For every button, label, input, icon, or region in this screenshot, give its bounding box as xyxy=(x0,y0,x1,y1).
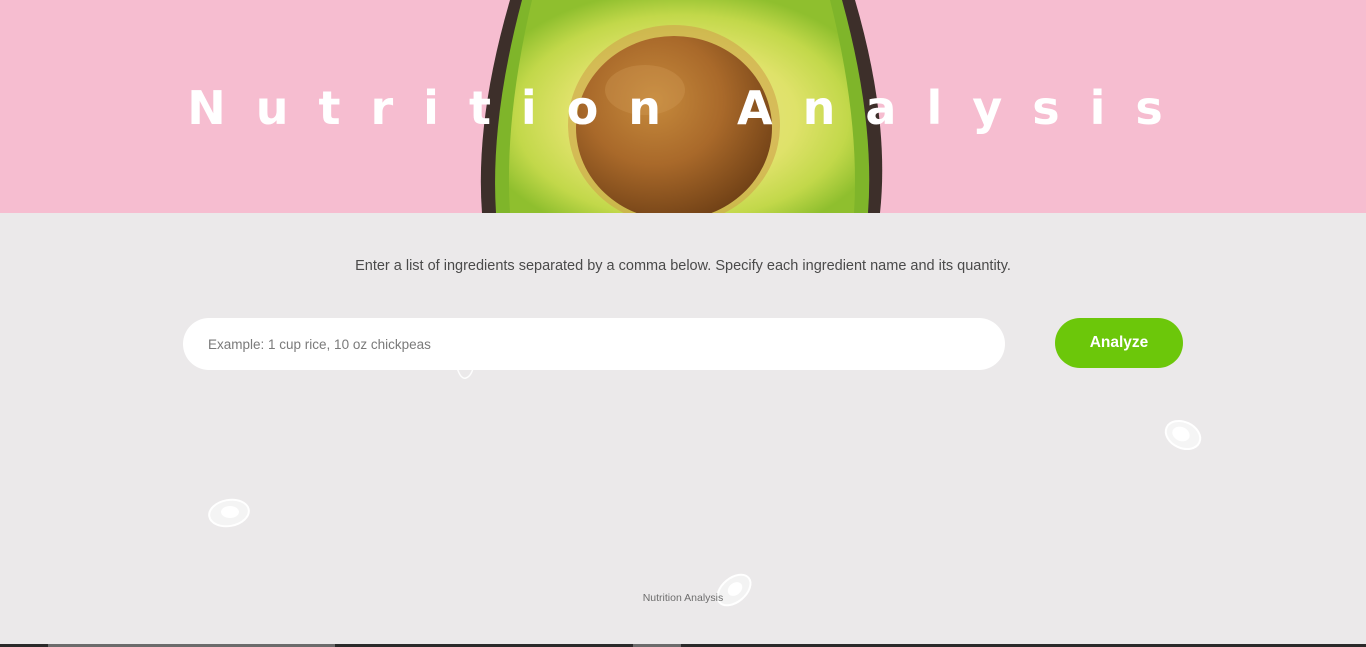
hero-banner: Nutrition Analysis xyxy=(0,0,1366,213)
instructions-text: Enter a list of ingredients separated by… xyxy=(355,258,1011,274)
analyze-button[interactable]: Analyze xyxy=(1055,318,1183,368)
ingredients-input[interactable] xyxy=(183,318,1005,370)
avocado-outline-icon xyxy=(1164,419,1202,451)
avocado-outline-icon xyxy=(455,363,475,379)
avocado-outline-icon xyxy=(208,498,250,528)
footer-text: Nutrition Analysis xyxy=(642,592,724,604)
page-title: Nutrition Analysis xyxy=(187,81,1193,135)
